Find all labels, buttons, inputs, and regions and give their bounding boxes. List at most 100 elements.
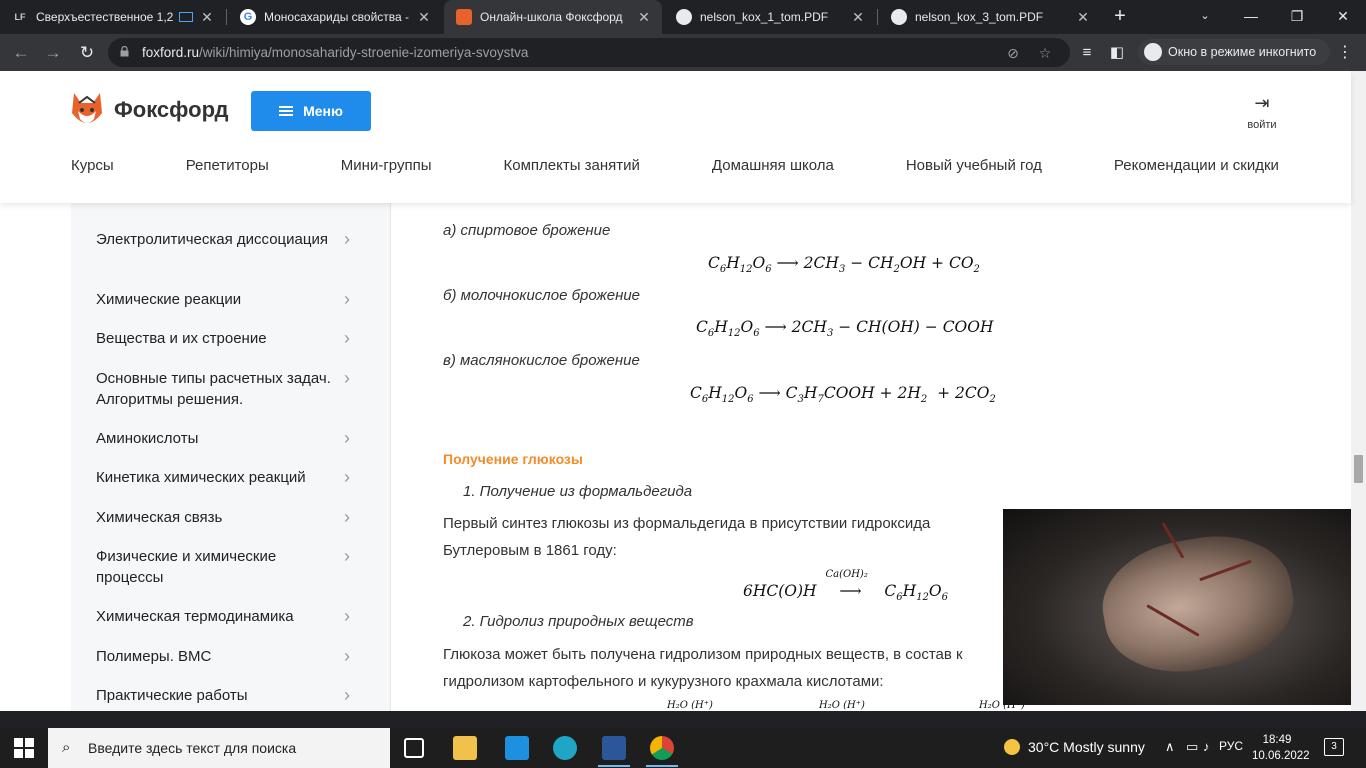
login-button[interactable]: ⇥ войти (1240, 93, 1284, 133)
sun-icon (1004, 739, 1020, 755)
nav-tutors[interactable]: Репетиторы (186, 157, 269, 174)
sidebar-item-physical-chemical-processes[interactable]: Физические и химические процессы › (96, 546, 366, 588)
browser-toolbar: ← → ↻ foxford.ru/wiki/himiya/monosaharid… (0, 34, 1366, 71)
incognito-icon (1144, 43, 1162, 61)
sidebar-item-label: Аминокислоты (96, 430, 199, 447)
sidebar-item-practical-works[interactable]: Практические работы › (96, 685, 366, 706)
paragraph-text: гидролизом картофельного и кукурузного к… (443, 673, 884, 690)
file-explorer-icon[interactable] (453, 736, 477, 760)
sidebar-item-label: Химическая термодинамика (96, 608, 294, 625)
sidebar-item-thermodynamics[interactable]: Химическая термодинамика › (96, 606, 366, 627)
sidebar-item-electrolytic-dissociation[interactable]: Электролитическая диссоциация › (96, 229, 366, 250)
taskbar-search[interactable]: ⌕ Введите здесь текст для поиска (48, 728, 390, 768)
forward-button[interactable]: → (40, 40, 66, 66)
mail-icon[interactable] (505, 736, 529, 760)
tab-title: nelson_kox_1_tom.PDF (700, 10, 829, 24)
tab-title: Онлайн-школа Фоксфорд (480, 10, 623, 24)
chevron-right-icon: › (344, 229, 350, 249)
eye-off-icon[interactable]: ⊘ (1004, 44, 1022, 62)
address-bar[interactable]: foxford.ru/wiki/himiya/monosaharidy-stro… (108, 38, 1070, 67)
menu-icon (279, 106, 294, 116)
volume-icon[interactable]: ♪ (1203, 739, 1210, 754)
chrome-icon[interactable] (650, 736, 674, 760)
wiki-sidebar: Электролитическая диссоциация › Химически… (71, 203, 391, 711)
sidebar-item-label: Кинетика химических реакций (96, 469, 306, 486)
close-icon[interactable]: ✕ (199, 9, 215, 25)
chevron-right-icon: › (344, 368, 350, 388)
nav-new-school-year[interactable]: Новый учебный год (906, 157, 1042, 174)
sidebar-item-label: Физические и химические процессы (96, 548, 277, 586)
tab-search-icon[interactable]: ⌄ (1182, 0, 1228, 34)
side-panel-icon[interactable]: ◧ (1106, 42, 1128, 64)
sidebar-item-label: Полимеры. ВМС (96, 648, 212, 665)
sidebar-item-chemical-reactions[interactable]: Химические реакции › (96, 289, 366, 310)
sidebar-item-polymers[interactable]: Полимеры. ВМС › (96, 646, 366, 667)
more-menu-icon[interactable]: ⋮ (1334, 42, 1356, 64)
menu-button[interactable]: Меню (251, 91, 371, 131)
sidebar-item-substances-structure[interactable]: Вещества и их строение › (96, 328, 366, 349)
weather-widget[interactable]: 30°C Mostly sunny (1004, 739, 1145, 755)
tab-5[interactable]: nelson_kox_3_tom.PDF ✕ (879, 0, 1101, 34)
system-clock[interactable]: 18:49 10.06.2022 (1252, 732, 1310, 764)
tab-3[interactable]: Онлайн-школа Фоксфорд ✕ (444, 0, 662, 34)
lf-logo-icon: LF (12, 9, 28, 25)
tab-title: Моносахариды свойства - Г (264, 10, 410, 24)
back-button[interactable]: ← (8, 40, 34, 66)
sidebar-item-label: Основные типы расчетных задач. Алгоритмы… (96, 370, 331, 408)
foxford-logo-icon[interactable] (70, 91, 104, 131)
new-tab-button[interactable]: + (1108, 4, 1132, 28)
reaction-condition-label: H₂O (H⁺) (819, 700, 865, 711)
nav-lesson-sets[interactable]: Комплекты занятий (503, 157, 639, 174)
nav-mini-groups[interactable]: Мини-группы (341, 157, 432, 174)
close-icon[interactable]: ✕ (850, 9, 866, 25)
tab-2[interactable]: G Моносахариды свойства - Г ✕ (228, 0, 442, 34)
site-brand[interactable]: Фоксфорд (114, 97, 228, 123)
reload-button[interactable]: ↻ (74, 40, 100, 66)
start-button[interactable] (14, 738, 34, 758)
nav-home-school[interactable]: Домашняя школа (712, 157, 834, 174)
close-icon[interactable]: ✕ (636, 9, 652, 25)
edge-icon[interactable] (553, 736, 577, 760)
subsection-from-formaldehyde: 1. Получение из формальдегида (463, 483, 693, 500)
subsection-hydrolysis: 2. Гидролиз природных веществ (463, 613, 694, 630)
formula-alcoholic-fermentation: C6H12O6 ⟶ 2CH3 − CH2OH + CO2 (708, 254, 980, 276)
tab-4[interactable]: nelson_kox_1_tom.PDF ✕ (664, 0, 876, 34)
reaction-condition-label: H₂O (H⁺) (667, 700, 713, 711)
language-indicator[interactable]: РУС (1219, 739, 1243, 753)
chevron-up-icon[interactable]: ∧ (1165, 739, 1175, 755)
formula-butyric-fermentation: C6H12O6 ⟶ C3H7COOH + 2H2 + 2CO2 (690, 384, 996, 406)
notifications-icon[interactable]: 3 (1324, 738, 1344, 756)
formula-formaldehyde-synthesis: 6HC(O)H Ca(OH)₂ ⟶ C6H12O6 (743, 569, 949, 604)
tab-title: nelson_kox_3_tom.PDF (915, 10, 1044, 24)
nav-recommendations[interactable]: Рекомендации и скидки (1114, 157, 1279, 174)
network-icon[interactable]: ▭ (1186, 739, 1198, 755)
video-overlay[interactable] (1003, 509, 1351, 705)
vertical-scrollbar[interactable] (1351, 71, 1366, 711)
star-icon[interactable]: ☆ (1036, 44, 1054, 62)
scrollbar-thumb[interactable] (1354, 455, 1363, 483)
word-icon[interactable] (602, 736, 626, 760)
close-icon[interactable]: ✕ (416, 9, 432, 25)
incognito-badge[interactable]: Окно в режиме инкогнито (1138, 39, 1331, 65)
sidebar-item-label: Химическая связь (96, 509, 223, 526)
restore-button[interactable]: ❐ (1274, 0, 1320, 34)
windows-taskbar: ⌕ Введите здесь текст для поиска 30°C Mo… (0, 728, 1366, 768)
sidebar-item-amino-acids[interactable]: Аминокислоты › (96, 428, 366, 449)
chevron-right-icon: › (344, 685, 350, 705)
task-view-icon[interactable] (404, 738, 424, 758)
browser-tab-strip: LF Сверхъестественное 1,2 ✕ G Моносахари… (0, 0, 1366, 34)
close-icon[interactable]: ✕ (1075, 9, 1091, 25)
formula-lactic-fermentation: C6H12O6 ⟶ 2CH3 − CH(OH) − COOH (696, 318, 994, 340)
paragraph-text: Первый синтез глюкозы из формальдегида в… (443, 515, 931, 532)
tab-1[interactable]: LF Сверхъестественное 1,2 ✕ (0, 0, 225, 34)
sidebar-item-calculation-tasks[interactable]: Основные типы расчетных задач. Алгоритмы… (96, 368, 366, 410)
media-control-icon[interactable]: ≡ (1076, 42, 1098, 64)
nav-courses[interactable]: Курсы (71, 157, 114, 174)
minimize-button[interactable]: — (1228, 0, 1274, 34)
sidebar-item-chemical-bond[interactable]: Химическая связь › (96, 507, 366, 528)
search-icon: ⌕ (62, 739, 71, 756)
tab-title: Сверхъестественное 1,2 (36, 10, 174, 24)
sidebar-item-kinetics[interactable]: Кинетика химических реакций › (96, 467, 366, 488)
site-nav: Курсы Репетиторы Мини-группы Комплекты з… (71, 157, 1279, 174)
close-window-button[interactable]: ✕ (1320, 0, 1366, 34)
